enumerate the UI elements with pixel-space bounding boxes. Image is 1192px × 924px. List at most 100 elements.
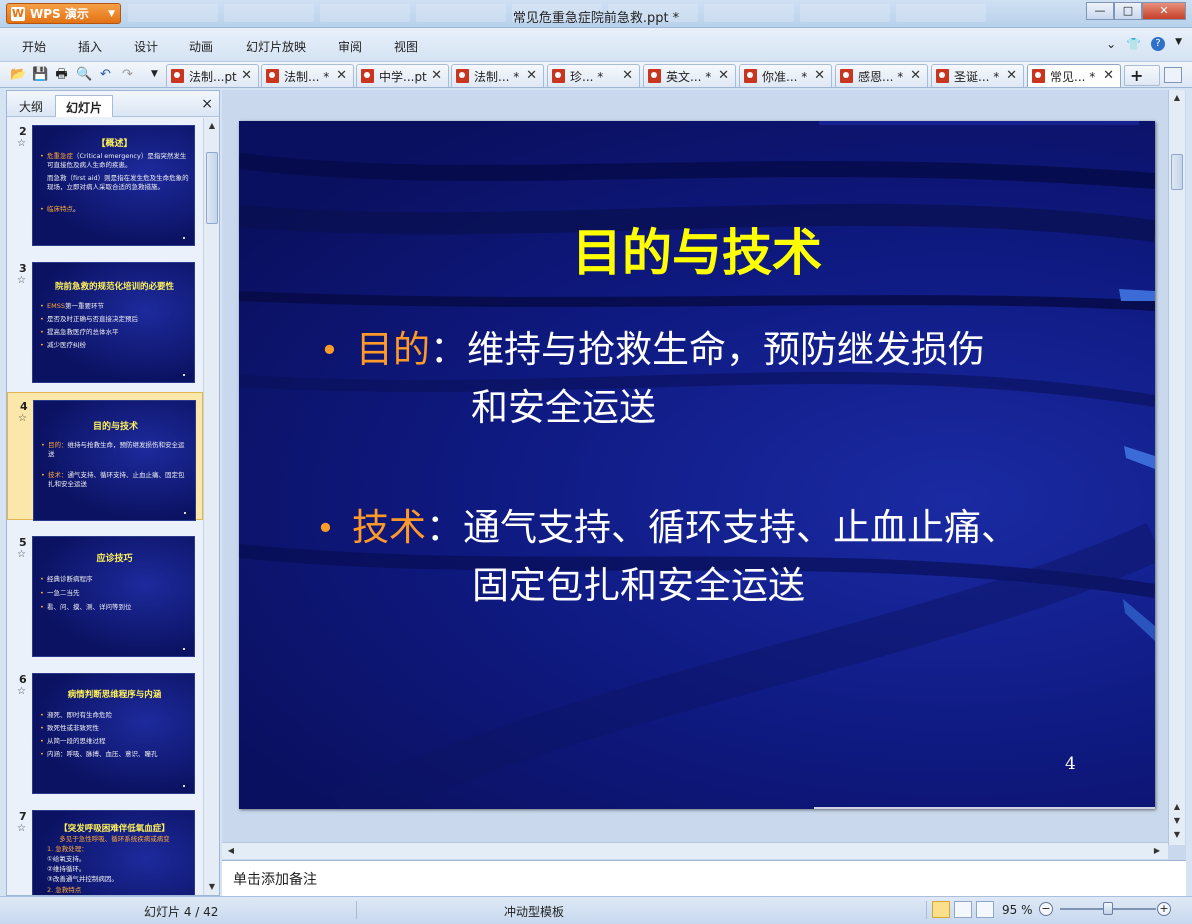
menu-slideshow[interactable]: 幻灯片放映 — [246, 38, 306, 55]
thumbnail-slide-5[interactable]: 5 ☆ 应诊技巧 经典诊断病程序 一急二当先 看、问、摸、测、详问等到位 — [7, 529, 203, 657]
thumbnail-scrollbar[interactable]: ▲ ▼ — [203, 118, 219, 895]
close-tab-icon[interactable]: ✕ — [336, 68, 347, 83]
close-pane-icon[interactable]: × — [201, 96, 213, 112]
thumbnail-line: 减少医疗纠纷 — [40, 341, 189, 350]
customize-toolbar-icon[interactable]: ▼ — [147, 67, 162, 82]
thumbnail-number: 4 — [20, 400, 28, 413]
slide-title: 目的与技术 — [572, 224, 822, 282]
scroll-left-icon[interactable]: ◀ — [224, 844, 238, 858]
close-tab-icon[interactable]: ✕ — [526, 68, 537, 83]
collapse-ribbon-icon[interactable]: ⌄ — [1106, 37, 1116, 51]
current-slide[interactable]: 目的与技术 • 目的：维持与抢救生命，预防继发损伤 和安全运送 • 技术：通气支… — [239, 121, 1155, 809]
close-tab-icon[interactable]: ✕ — [1103, 68, 1114, 83]
close-tab-icon[interactable]: ✕ — [718, 68, 729, 83]
doc-tab[interactable]: 你准... * ✕ — [739, 64, 832, 87]
menu-bar: 开始 插入 设计 动画 幻灯片放映 审阅 视图 ⌄ 👕 ? ▼ — [0, 28, 1192, 62]
thumbnail-slide-2[interactable]: 2 ☆ 【概述】 危重急症（Critical emergency）是指突然发生可… — [7, 118, 203, 246]
menu-review[interactable]: 审阅 — [338, 38, 362, 55]
window-layout-icon[interactable] — [1164, 67, 1182, 83]
scroll-up-icon[interactable]: ▲ — [205, 119, 219, 133]
thumbnail-line: 技术：通气支持、循环支持、止血止痛、固定包扎和安全运送 — [41, 471, 190, 489]
zoom-in-button[interactable]: + — [1157, 902, 1171, 916]
menu-insert[interactable]: 插入 — [78, 38, 102, 55]
undo-icon[interactable]: ↶ — [98, 67, 113, 82]
close-tab-icon[interactable]: ✕ — [910, 68, 921, 83]
thumbnail-preview: 应诊技巧 经典诊断病程序 一急二当先 看、问、摸、测、详问等到位 — [32, 536, 195, 657]
zoom-slider-handle[interactable] — [1103, 902, 1113, 915]
thumbnail-slide-4-selected[interactable]: 4 ☆ 目的与技术 目的：维持与抢救生命，预防继发损伤和安全运送 技术：通气支持… — [7, 392, 203, 521]
menu-design[interactable]: 设计 — [134, 38, 158, 55]
doc-tab[interactable]: 法制... * ✕ — [451, 64, 544, 87]
close-tab-icon[interactable]: ✕ — [241, 68, 252, 83]
doc-tab[interactable]: 圣诞... * ✕ — [931, 64, 1024, 87]
doc-tab-label: 法制... * — [474, 69, 520, 84]
thumbnail-slide-7[interactable]: 7 ☆ 【突发呼吸困难伴低氧血症】 多见于急性呼吸、循环系统疾病或病变 1. 急… — [7, 803, 203, 895]
doc-tab[interactable]: 中学...pt ✕ — [356, 64, 449, 87]
slide-sorter-view-button[interactable] — [954, 901, 972, 918]
save-icon[interactable]: 💾 — [32, 67, 48, 82]
doc-tab[interactable]: 法制...pt ✕ — [166, 64, 259, 87]
doc-tab-label: 法制... * — [284, 69, 330, 84]
menu-home[interactable]: 开始 — [22, 38, 46, 55]
print-preview-icon[interactable]: 🔍 — [76, 67, 92, 82]
thumbnail-slide-3[interactable]: 3 ☆ 院前急救的规范化培训的必要性 EMSS第一重要环节 是否及时正确与否直接… — [7, 255, 203, 383]
doc-tab[interactable]: 英文... * ✕ — [643, 64, 736, 87]
open-folder-icon[interactable]: 📂 — [10, 67, 26, 82]
thumbnail-title: 病情判断思维程序与内涵 — [67, 690, 162, 700]
doc-tab[interactable]: 感恩... * ✕ — [835, 64, 928, 87]
print-icon[interactable]: 🖶 — [54, 67, 69, 82]
doc-tab-active[interactable]: 常见... * ✕ — [1027, 64, 1121, 87]
doc-tab-label: 你准... * — [762, 69, 808, 84]
scroll-prev-icon[interactable]: ▲ — [1170, 800, 1184, 814]
zoom-out-button[interactable]: − — [1039, 902, 1053, 916]
scrollbar-thumb[interactable] — [1171, 154, 1183, 190]
bullet-text-line2: 固定包扎和安全运送 — [472, 564, 805, 607]
minimize-button[interactable]: — — [1086, 2, 1114, 20]
close-tab-icon[interactable]: ✕ — [814, 68, 825, 83]
ppt-file-icon — [552, 69, 565, 83]
maximize-button[interactable]: □ — [1114, 2, 1142, 20]
normal-view-button[interactable] — [932, 901, 950, 918]
close-tab-icon[interactable]: ✕ — [431, 68, 442, 83]
slide-counter: 幻灯片 4 / 42 — [144, 905, 219, 919]
doc-tab[interactable]: 法制... * ✕ — [261, 64, 354, 87]
scroll-down-icon[interactable]: ▼ — [205, 880, 219, 894]
slide-horizontal-scrollbar[interactable]: ◀ ▶ — [222, 842, 1168, 859]
doc-tab[interactable]: 珍... * ✕ — [547, 64, 640, 87]
scroll-next-icon[interactable]: ▼ — [1170, 814, 1184, 828]
help-icon[interactable]: ? — [1151, 37, 1166, 51]
doc-tab-label: 英文... * — [666, 69, 712, 84]
tab-outline[interactable]: 大纲 — [9, 95, 53, 117]
redo-icon[interactable]: ↷ — [120, 67, 135, 82]
close-tab-icon[interactable]: ✕ — [622, 68, 633, 83]
scrollbar-thumb[interactable] — [206, 152, 218, 224]
thumbnail-line: 临床特点。 — [40, 205, 189, 214]
zoom-percentage[interactable]: 95 % — [1002, 903, 1033, 917]
new-tab-button[interactable]: + ▼ — [1124, 65, 1160, 100]
skin-shirt-icon[interactable]: 👕 — [1126, 37, 1141, 51]
thumbnail-list: 2 ☆ 【概述】 危重急症（Critical emergency）是指突然发生可… — [7, 118, 203, 895]
close-button[interactable]: ✕ — [1142, 2, 1186, 20]
scroll-right-icon[interactable]: ▶ — [1150, 844, 1164, 858]
close-tab-icon[interactable]: ✕ — [1006, 68, 1017, 83]
slideshow-view-button[interactable] — [976, 901, 994, 918]
animation-star-icon: ☆ — [18, 413, 27, 424]
thumbnail-preview: 【突发呼吸困难伴低氧血症】 多见于急性呼吸、循环系统疾病或病变 1. 急救处理：… — [32, 810, 195, 895]
notes-placeholder[interactable]: 单击添加备注 — [233, 869, 317, 889]
scroll-up-icon[interactable]: ▲ — [1170, 91, 1184, 105]
ppt-file-icon — [266, 69, 279, 83]
slide-vertical-scrollbar[interactable]: ▲ ▲ ▼ ▼ — [1168, 90, 1185, 845]
thumbnail-title: 【概述】 — [96, 139, 133, 149]
tab-slides[interactable]: 幻灯片 — [55, 95, 114, 117]
ppt-file-icon — [840, 69, 853, 83]
quick-access-toolbar: 📂 💾 🖶 🔍 ↶ ↷ ▼ 法制...pt ✕ 法制... * ✕ 中学...p… — [0, 62, 1192, 100]
menu-view[interactable]: 视图 — [394, 38, 418, 55]
scroll-down-icon[interactable]: ▼ — [1170, 828, 1184, 842]
doc-tab-label: 常见... * — [1050, 69, 1096, 84]
thumbnail-line: 而急救（first aid）则是指在发生危及生命危象的现场，立即对病人采取合适的… — [47, 174, 189, 191]
notes-pane[interactable]: 单击添加备注 — [222, 860, 1186, 896]
help-dropdown-icon[interactable]: ▼ — [1175, 37, 1182, 51]
menu-animation[interactable]: 动画 — [189, 38, 213, 55]
thumbnail-number: 7 — [19, 810, 27, 823]
thumbnail-slide-6[interactable]: 6 ☆ 病情判断思维程序与内涵 濒死、即时有生命危险 致死性或非致死性 从简一段… — [7, 666, 203, 794]
